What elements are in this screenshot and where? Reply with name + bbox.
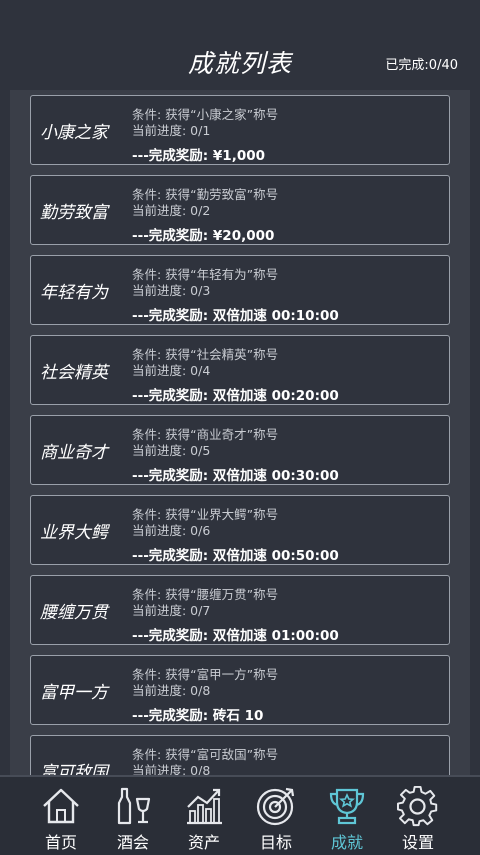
tab-settings[interactable]: 设置 [383, 777, 453, 855]
achievement-card[interactable]: 富可敌国 条件: 获得“富可敌国”称号 当前进度: 0/8 [30, 735, 450, 775]
home-icon [43, 788, 79, 824]
achievement-progress: 当前进度: 0/7 [132, 603, 211, 618]
achievement-progress: 当前进度: 0/5 [132, 443, 211, 458]
tab-goals[interactable]: 目标 [241, 777, 311, 855]
tab-assets[interactable]: 资产 [169, 777, 239, 855]
gear-icon [397, 785, 438, 827]
chart-icon [187, 788, 222, 825]
achievement-card[interactable]: 商业奇才 条件: 获得“商业奇才”称号 当前进度: 0/5 ---完成奖励: 双… [30, 415, 450, 485]
tab-label: 设置 [401, 833, 434, 852]
achievement-progress: 当前进度: 0/3 [132, 283, 211, 298]
achievement-progress: 当前进度: 0/6 [132, 523, 211, 538]
achievement-reward: ---完成奖励: 双倍加速 00:10:00 [132, 308, 339, 324]
achievement-card[interactable]: 小康之家 条件: 获得“小康之家”称号 当前进度: 0/1 ---完成奖励: ¥… [30, 95, 450, 165]
achievement-card[interactable]: 业界大鳄 条件: 获得“业界大鳄”称号 当前进度: 0/6 ---完成奖励: 双… [30, 495, 450, 565]
tab-label: 资产 [187, 833, 220, 852]
achievement-name: 业界大鳄 [40, 523, 108, 543]
achievement-name: 富可敌国 [40, 763, 108, 775]
achievement-reward: ---完成奖励: 双倍加速 00:50:00 [132, 548, 339, 564]
achievement-reward: ---完成奖励: ¥20,000 [132, 228, 275, 244]
achievement-name: 腰缠万贯 [40, 603, 108, 623]
achievement-progress: 当前进度: 0/8 [132, 763, 211, 775]
achievement-name: 勤劳致富 [40, 203, 108, 223]
tab-label: 成就 [330, 833, 363, 852]
tab-label: 目标 [259, 833, 292, 852]
achievement-reward: ---完成奖励: ¥1,000 [132, 148, 266, 164]
achievement-name: 社会精英 [40, 363, 108, 383]
completion-counter: 已完成:0/40 [385, 58, 458, 73]
target-icon [256, 787, 295, 826]
achievement-name: 小康之家 [40, 123, 108, 143]
achievement-reward: ---完成奖励: 双倍加速 01:00:00 [132, 628, 339, 644]
achievement-name: 富甲一方 [40, 683, 108, 703]
achievement-progress: 当前进度: 0/8 [132, 683, 211, 698]
bottom-tab-bar: 首页 酒会 资产 目标 成就 设置 [0, 775, 480, 855]
trophy-icon [329, 788, 365, 825]
achievement-name: 年轻有为 [40, 283, 108, 303]
tab-party[interactable]: 酒会 [98, 777, 168, 855]
wine-bottle-icon [117, 787, 151, 825]
tab-label: 首页 [44, 833, 77, 852]
achievement-reward: ---完成奖励: 双倍加速 00:20:00 [132, 388, 339, 404]
achievement-card[interactable]: 腰缠万贯 条件: 获得“腰缠万贯”称号 当前进度: 0/7 ---完成奖励: 双… [30, 575, 450, 645]
achievement-list[interactable]: 小康之家 条件: 获得“小康之家”称号 当前进度: 0/1 ---完成奖励: ¥… [10, 90, 470, 775]
tab-label: 酒会 [116, 833, 149, 852]
achievement-progress: 当前进度: 0/4 [132, 363, 211, 378]
achievement-card[interactable]: 年轻有为 条件: 获得“年轻有为”称号 当前进度: 0/3 ---完成奖励: 双… [30, 255, 450, 325]
achievement-card[interactable]: 社会精英 条件: 获得“社会精英”称号 当前进度: 0/4 ---完成奖励: 双… [30, 335, 450, 405]
achievement-progress: 当前进度: 0/2 [132, 203, 211, 218]
tab-home[interactable]: 首页 [26, 777, 96, 855]
achievement-name: 商业奇才 [40, 443, 108, 463]
achievement-reward: ---完成奖励: 双倍加速 00:30:00 [132, 468, 339, 484]
achievement-reward: ---完成奖励: 砖石 10 [132, 708, 264, 724]
tab-achievements[interactable]: 成就 [312, 777, 382, 855]
header: 成就列表 已完成:0/40 [0, 0, 480, 90]
achievement-progress: 当前进度: 0/1 [132, 123, 211, 138]
achievement-card[interactable]: 勤劳致富 条件: 获得“勤劳致富”称号 当前进度: 0/2 ---完成奖励: ¥… [30, 175, 450, 245]
achievement-card[interactable]: 富甲一方 条件: 获得“富甲一方”称号 当前进度: 0/8 ---完成奖励: 砖… [30, 655, 450, 725]
